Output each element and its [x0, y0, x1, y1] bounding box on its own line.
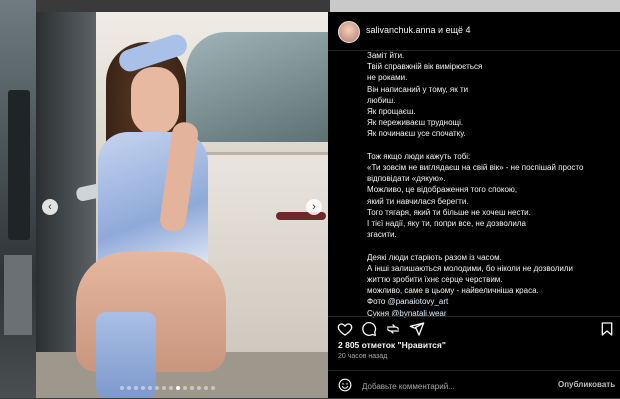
person-face	[131, 67, 179, 135]
carousel-dot[interactable]	[197, 386, 201, 390]
carousel-next-button[interactable]: ›	[306, 199, 322, 215]
caption-line: Заміт йти.	[367, 50, 612, 61]
likes-count[interactable]: 2 805 отметок "Нравится"	[338, 340, 446, 350]
carousel-dot[interactable]	[134, 386, 138, 390]
chevron-right-icon: ›	[312, 201, 316, 213]
caption-line: Того тягаря, який ти більше не хочеш нес…	[367, 207, 612, 218]
comment-bar: Опубликовать	[328, 370, 620, 399]
carousel-dot[interactable]	[162, 386, 166, 390]
caption-line: відповідати «дякую».	[367, 173, 612, 184]
caption-line: життю зробити їхнє серце черствим.	[367, 274, 612, 285]
credit-label: Фото	[367, 297, 388, 306]
caption-line: згасити.	[367, 229, 612, 240]
emoji-icon[interactable]	[338, 378, 352, 392]
post-header: salivanchuk.anna и ещё 4	[328, 12, 620, 51]
avatar[interactable]	[338, 21, 360, 43]
background-shape	[4, 255, 32, 335]
post-side-panel: salivanchuk.anna и ещё 4 Заміт йти.Твій …	[328, 12, 620, 398]
carousel-dot[interactable]	[211, 386, 215, 390]
carousel-dot[interactable]	[127, 386, 131, 390]
carousel-dot[interactable]	[190, 386, 194, 390]
bookmark-icon[interactable]	[599, 321, 615, 337]
post-actions	[328, 316, 620, 339]
caption-line: Як починаєш усе спочатку.	[367, 128, 612, 139]
comment-input[interactable]	[360, 378, 544, 394]
send-icon[interactable]	[409, 321, 425, 337]
carousel-prev-button[interactable]: ‹	[42, 199, 58, 215]
post-caption: Заміт йти.Твій справжній вік вимірюється…	[367, 50, 612, 320]
post-comment-button[interactable]: Опубликовать	[558, 380, 615, 389]
caption-line	[367, 240, 612, 251]
caption-line: І тієї надії, яку ти, попри все, не дозв…	[367, 218, 612, 229]
caption-line: Тож якщо люди кажуть тобі:	[367, 151, 612, 162]
caption-line: Твій справжній вік вимірюється	[367, 61, 612, 72]
carousel-dot[interactable]	[141, 386, 145, 390]
caption-line: Він написаний у тому, як ти	[367, 84, 612, 95]
caption-line: можливо, саме в цьому - найвеличніша кра…	[367, 285, 612, 296]
caption-line: Як переживаєш труднощі.	[367, 117, 612, 128]
post-photo[interactable]	[36, 12, 328, 398]
heart-icon[interactable]	[337, 321, 353, 337]
caption-line: Деякі люди старіють разом із часом.	[367, 252, 612, 263]
caption-line: Можливо, це відображення того спокою,	[367, 184, 612, 195]
background-left	[0, 0, 36, 398]
credit-link[interactable]: @panaiotovy_art	[388, 297, 449, 306]
caption-line: Як прощаєш.	[367, 106, 612, 117]
post-timestamp[interactable]: 20 часов назад	[338, 353, 387, 360]
caption-line: «Ти зовсім не виглядаєш на свій вік» - н…	[367, 162, 612, 173]
caption-line: А інші залишаються молодими, бо ніколи н…	[367, 263, 612, 274]
post-username[interactable]: salivanchuk.anna и ещё 4	[366, 25, 471, 35]
caption-line: який ти навчилася берегти.	[367, 196, 612, 207]
background-shape	[8, 90, 30, 240]
carousel-dot[interactable]	[148, 386, 152, 390]
carousel-dot[interactable]	[155, 386, 159, 390]
caption-line	[367, 140, 612, 151]
carousel-dot[interactable]	[176, 386, 180, 390]
carousel-dots	[120, 386, 215, 390]
share-icon[interactable]	[385, 321, 401, 337]
caption-line: любиш.	[367, 95, 612, 106]
carousel-dot[interactable]	[169, 386, 173, 390]
caption-line: не роками.	[367, 72, 612, 83]
chevron-left-icon: ‹	[48, 201, 52, 213]
comment-icon[interactable]	[361, 321, 377, 337]
background-top-strip	[330, 0, 620, 12]
carousel-dot[interactable]	[120, 386, 124, 390]
caption-credit: Фото @panaiotovy_art	[367, 296, 612, 307]
car-window	[186, 32, 328, 142]
carousel-dot[interactable]	[183, 386, 187, 390]
carousel-dot[interactable]	[204, 386, 208, 390]
